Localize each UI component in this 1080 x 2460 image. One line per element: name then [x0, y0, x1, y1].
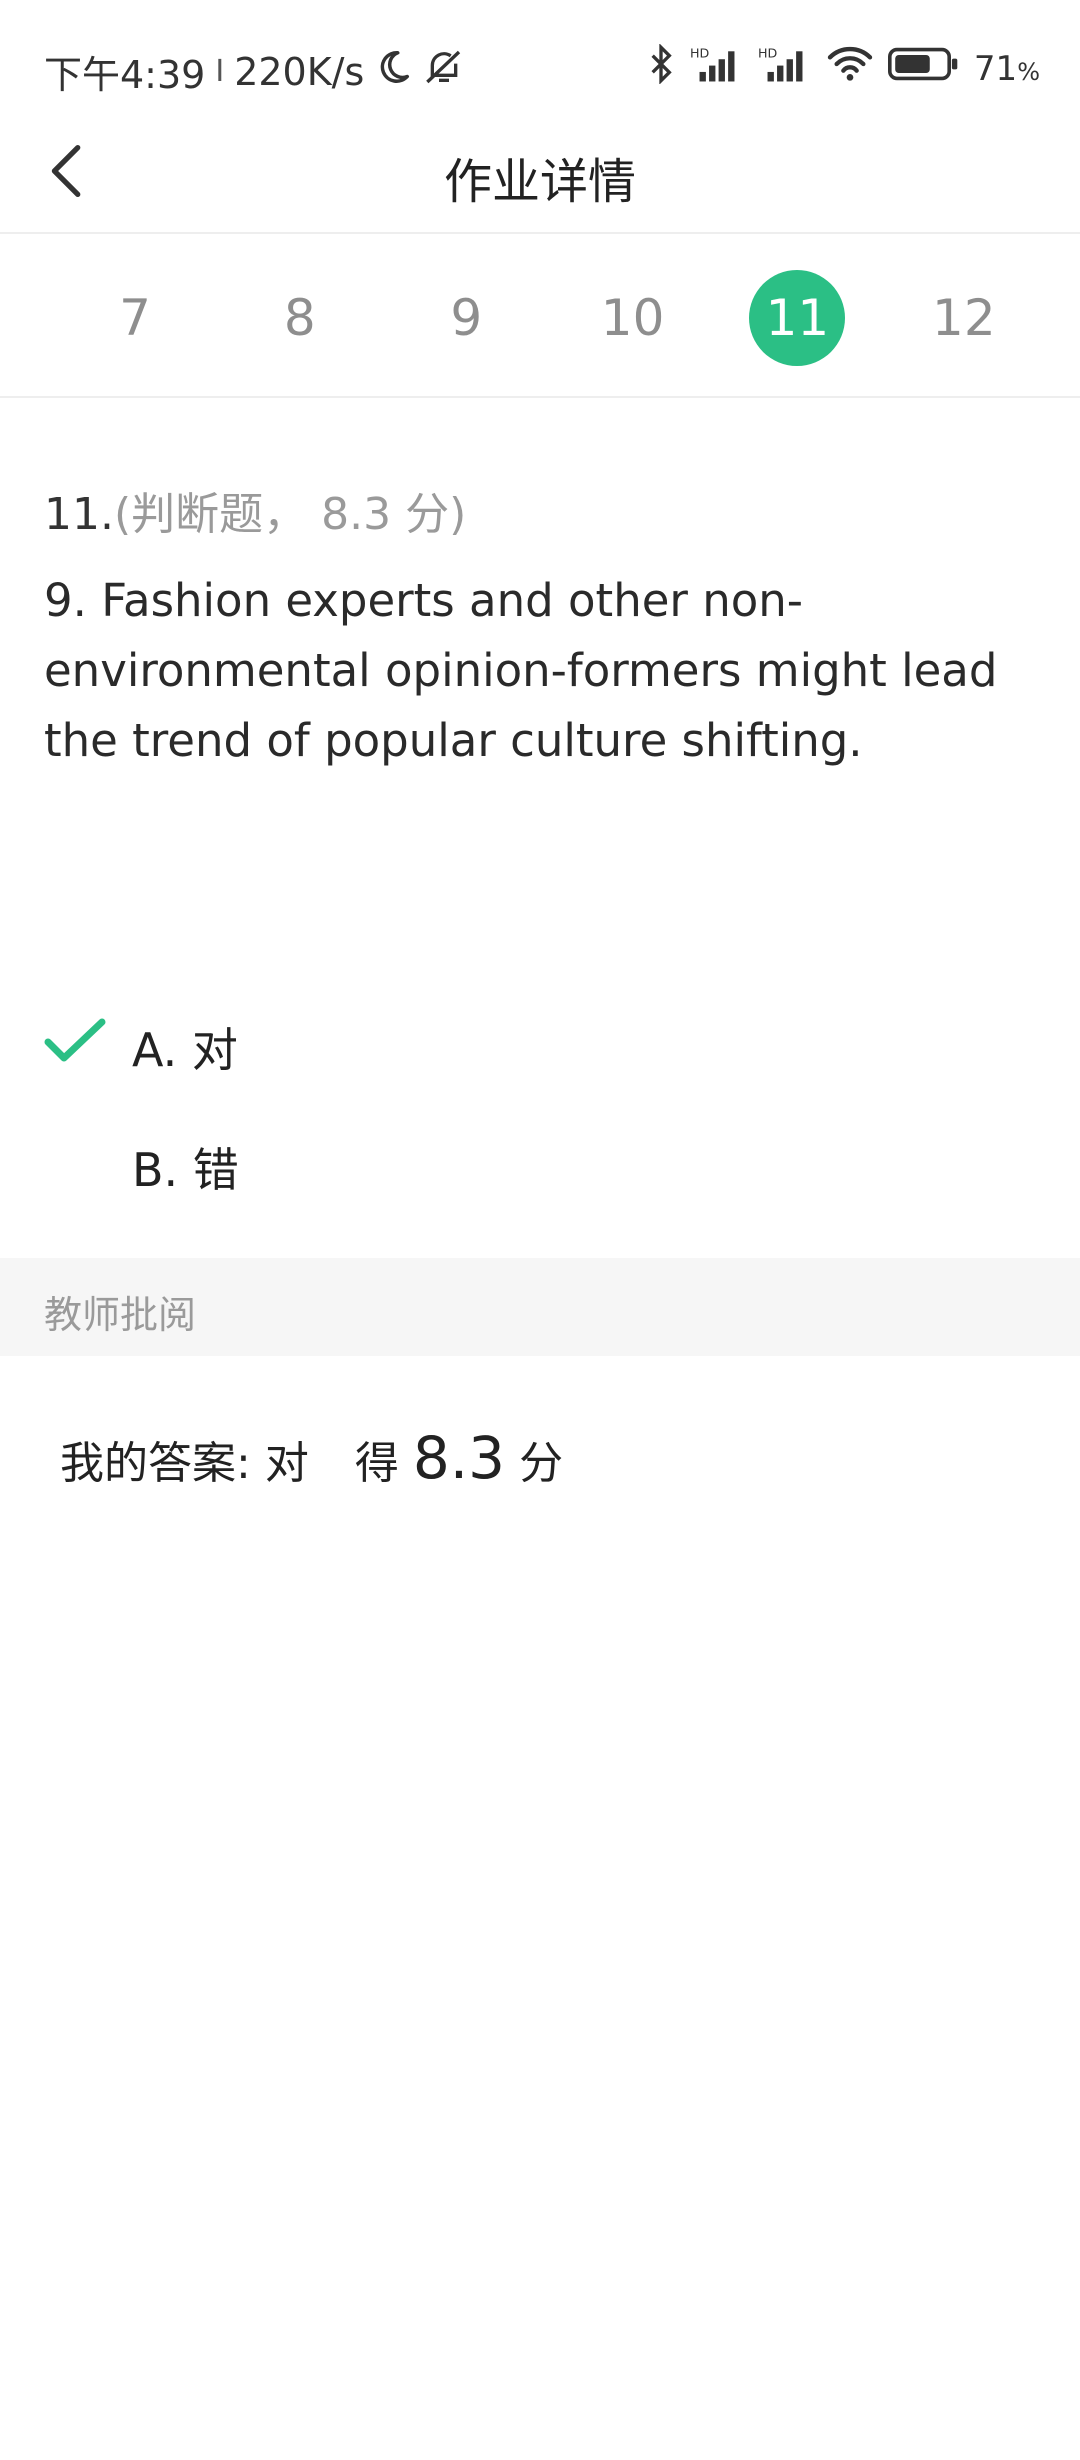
question-header: 11.(判断题， 8.3 分) [44, 478, 466, 542]
status-right: HD HD 71% [646, 43, 1040, 93]
teacher-review-header: 教师批阅 [0, 1258, 1080, 1356]
teacher-review-label: 教师批阅 [44, 1293, 197, 1337]
question-meta: (判断题， 8.3 分) [113, 489, 467, 540]
score-suffix: 分 [519, 1438, 564, 1489]
signal-hd-icon: HD [690, 44, 744, 93]
my-answer-row: 我的答案: 对 得 8.3 分 [60, 1424, 563, 1492]
question-nav-item-11[interactable]: 11 [749, 270, 846, 366]
page-title: 作业详情 [443, 154, 636, 210]
status-left: 下午4:39 I 220K/s [44, 44, 466, 99]
signal-hd-icon: HD [758, 44, 812, 93]
question-nav-item-12[interactable]: 12 [916, 270, 1012, 366]
question-nav-item-10[interactable]: 10 [585, 270, 681, 366]
option-a[interactable]: A. 对 [44, 1004, 644, 1084]
question-number: 11. [44, 489, 114, 540]
battery-icon [887, 44, 960, 93]
my-answer-value: 对 [264, 1438, 309, 1489]
app-bar: 作业详情 [0, 110, 1080, 234]
svg-text:HD: HD [690, 46, 710, 61]
option-b-label: B. 错 [132, 1143, 239, 1197]
mute-icon [422, 47, 466, 96]
question-nav-item-7[interactable]: 7 [87, 270, 183, 366]
moon-icon [374, 48, 412, 95]
score-prefix: 得 [354, 1438, 399, 1489]
status-net-speed: 220K/s [234, 49, 365, 94]
status-divider: I [215, 54, 225, 89]
question-text: 9. Fashion experts and other non-environ… [44, 574, 998, 767]
my-answer-label: 我的答案: [60, 1438, 251, 1489]
wifi-icon [826, 44, 874, 93]
question-nav: 7 8 9 10 11 12 [0, 234, 1080, 398]
battery-percent: 71% [973, 48, 1040, 89]
status-time: 下午4:39 [44, 53, 206, 97]
score-value: 8.3 [412, 1424, 506, 1492]
option-b[interactable]: B. 错 [44, 1124, 644, 1204]
option-a-label: A. 对 [132, 1023, 238, 1077]
bluetooth-icon [646, 43, 676, 93]
question-nav-item-8[interactable]: 8 [252, 270, 348, 366]
svg-text:HD: HD [758, 46, 778, 61]
question-nav-item-9[interactable]: 9 [418, 270, 514, 366]
check-icon [44, 1018, 106, 1062]
